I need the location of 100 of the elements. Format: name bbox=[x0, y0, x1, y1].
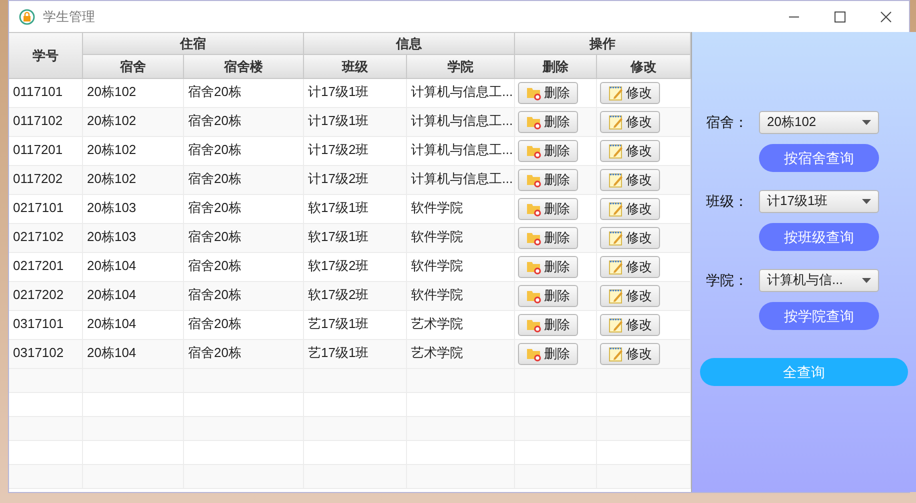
caret-icon bbox=[862, 120, 871, 124]
query-button[interactable]: 按宿舍查询 bbox=[759, 144, 879, 172]
table-cell: 软17级2班 bbox=[304, 253, 407, 281]
table-cell: 计算机与信息工... bbox=[407, 166, 515, 194]
table-cell: 20栋103 bbox=[83, 224, 184, 252]
caret-icon bbox=[862, 198, 871, 204]
table-cell: 0117102 bbox=[9, 108, 83, 136]
table-cell: 计17级2班 bbox=[304, 137, 407, 165]
column-header: 修改 bbox=[597, 55, 691, 79]
table-cell: 20栋104 bbox=[83, 311, 184, 339]
delete-button[interactable]: 删除 bbox=[518, 314, 578, 336]
window-title: 学生管理 bbox=[43, 8, 95, 26]
folder-icon bbox=[526, 259, 542, 275]
table-cell: 软件学院 bbox=[407, 195, 515, 223]
edit-button[interactable]: 修改 bbox=[600, 111, 660, 133]
notepad-pencil-icon bbox=[608, 172, 624, 188]
column-header: 删除 bbox=[515, 55, 597, 79]
edit-button[interactable]: 修改 bbox=[600, 227, 660, 249]
table-cell: 0217201 bbox=[9, 253, 83, 281]
lock-icon bbox=[19, 8, 35, 24]
folder-icon bbox=[526, 85, 542, 101]
delete-button[interactable]: 删除 bbox=[518, 256, 578, 278]
delete-button[interactable]: 删除 bbox=[518, 82, 578, 104]
delete-button[interactable]: 删除 bbox=[518, 343, 578, 365]
dropdown[interactable]: 20栋102 bbox=[759, 110, 879, 134]
table-cell: 宿舍20栋 bbox=[184, 253, 304, 281]
query-button[interactable]: 按班级查询 bbox=[759, 223, 879, 251]
delete-button[interactable]: 删除 bbox=[518, 169, 578, 191]
table-cell: 软件学院 bbox=[407, 253, 515, 281]
table-cell: 20栋104 bbox=[83, 282, 184, 310]
table-cell: 0317101 bbox=[9, 311, 83, 339]
edit-button[interactable]: 修改 bbox=[600, 82, 660, 104]
filter-label: 班级： bbox=[705, 192, 749, 210]
table-cell: 20栋103 bbox=[83, 195, 184, 223]
group-header: 操作 bbox=[515, 33, 691, 55]
table-cell: 艺17级1班 bbox=[304, 340, 407, 368]
caret-icon bbox=[862, 278, 871, 282]
table-cell: 宿舍20栋 bbox=[184, 79, 304, 107]
edit-button[interactable]: 修改 bbox=[600, 343, 660, 365]
table-cell: 20栋102 bbox=[83, 79, 184, 107]
column-header: 宿舍 bbox=[83, 55, 184, 79]
delete-button[interactable]: 删除 bbox=[518, 285, 578, 307]
notepad-pencil-icon bbox=[608, 288, 624, 304]
table-cell: 软17级1班 bbox=[304, 195, 407, 223]
query-button[interactable]: 按学院查询 bbox=[759, 302, 879, 330]
table-cell: 宿舍20栋 bbox=[184, 311, 304, 339]
edit-button[interactable]: 修改 bbox=[600, 140, 660, 162]
table-cell: 0117201 bbox=[9, 137, 83, 165]
table-cell: 计算机与信息工... bbox=[407, 137, 515, 165]
table-cell: 计17级2班 bbox=[304, 166, 407, 194]
notepad-pencil-icon bbox=[608, 143, 624, 159]
table-cell: 软17级2班 bbox=[304, 282, 407, 310]
table-cell: 20栋102 bbox=[83, 108, 184, 136]
delete-button[interactable]: 删除 bbox=[518, 111, 578, 133]
delete-button[interactable]: 删除 bbox=[518, 198, 578, 220]
edit-button[interactable]: 修改 bbox=[600, 256, 660, 278]
folder-icon bbox=[526, 143, 542, 159]
notepad-pencil-icon bbox=[608, 201, 624, 217]
group-header: 信息 bbox=[304, 33, 515, 55]
edit-button[interactable]: 修改 bbox=[600, 314, 660, 336]
edit-button[interactable]: 修改 bbox=[600, 169, 660, 191]
table-cell: 艺术学院 bbox=[407, 311, 515, 339]
table-cell: 宿舍20栋 bbox=[184, 340, 304, 368]
table-cell: 艺术学院 bbox=[407, 340, 515, 368]
notepad-pencil-icon bbox=[608, 230, 624, 246]
close-icon[interactable] bbox=[880, 10, 892, 22]
edit-button[interactable]: 修改 bbox=[600, 198, 660, 220]
table-cell: 宿舍20栋 bbox=[184, 137, 304, 165]
edit-button[interactable]: 修改 bbox=[600, 285, 660, 307]
notepad-pencil-icon bbox=[608, 114, 624, 130]
delete-button[interactable]: 删除 bbox=[518, 227, 578, 249]
delete-button[interactable]: 删除 bbox=[518, 140, 578, 162]
table-cell: 0117101 bbox=[9, 79, 83, 107]
maximize-icon[interactable] bbox=[834, 10, 846, 22]
notepad-pencil-icon bbox=[608, 317, 624, 333]
column-header: 学号 bbox=[9, 33, 83, 79]
table-cell: 软17级1班 bbox=[304, 224, 407, 252]
table-cell: 计算机与信息工... bbox=[407, 79, 515, 107]
table-cell: 计17级1班 bbox=[304, 79, 407, 107]
table-cell: 20栋102 bbox=[83, 166, 184, 194]
table-cell: 0217202 bbox=[9, 282, 83, 310]
table-cell: 宿舍20栋 bbox=[184, 195, 304, 223]
table-cell: 艺17级1班 bbox=[304, 311, 407, 339]
dropdown[interactable]: 计17级1班 bbox=[759, 190, 879, 212]
table-cell: 20栋104 bbox=[83, 340, 184, 368]
dropdown[interactable]: 计算机与信... bbox=[759, 268, 879, 292]
column-header: 学院 bbox=[407, 55, 515, 79]
folder-icon bbox=[526, 114, 542, 130]
filter-label: 宿舍： bbox=[705, 112, 749, 132]
notepad-pencil-icon bbox=[608, 85, 624, 101]
folder-icon bbox=[526, 288, 542, 304]
filter-label: 学院： bbox=[705, 270, 749, 290]
table-cell: 宿舍20栋 bbox=[184, 108, 304, 136]
table-cell: 20栋102 bbox=[83, 137, 184, 165]
table-cell: 宿舍20栋 bbox=[184, 166, 304, 194]
column-header: 宿舍楼 bbox=[184, 55, 304, 79]
folder-icon bbox=[526, 346, 542, 362]
notepad-pencil-icon bbox=[608, 346, 624, 362]
table-cell: 20栋104 bbox=[83, 253, 184, 281]
group-header: 住宿 bbox=[83, 33, 304, 55]
